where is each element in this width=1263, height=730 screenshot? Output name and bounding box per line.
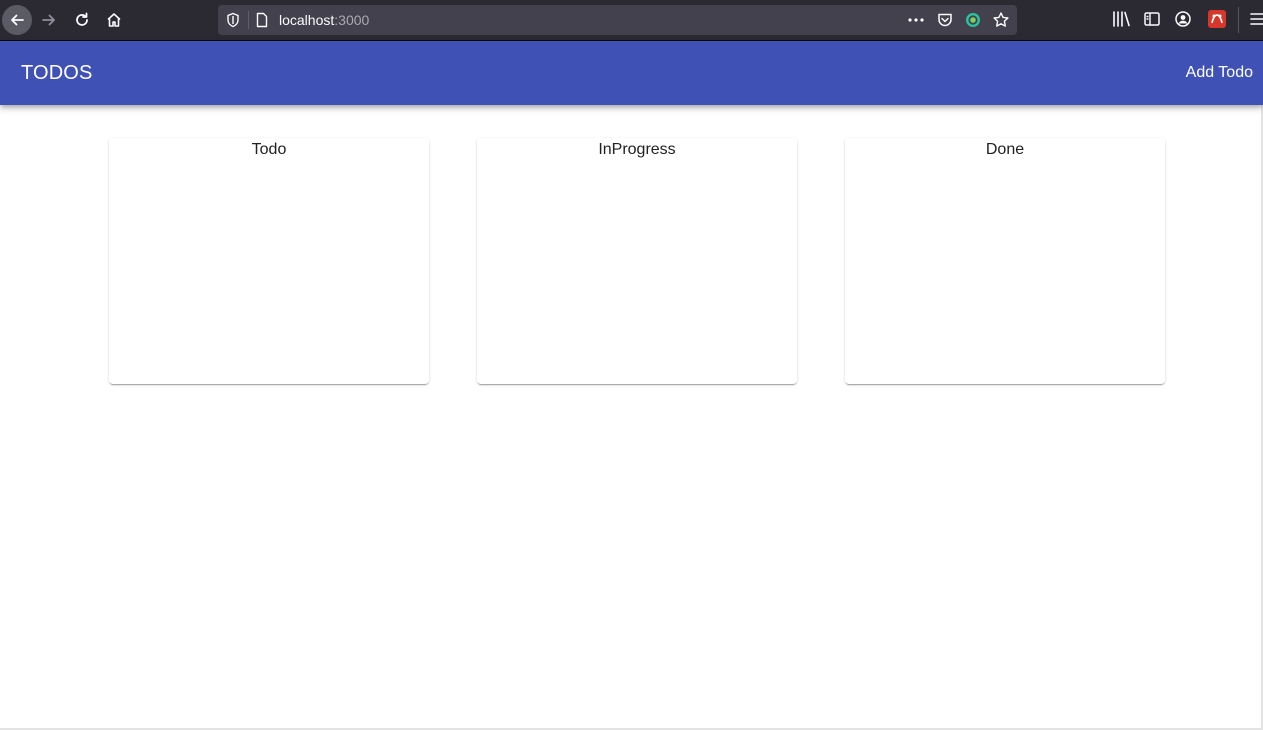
column-title-done: Done [985,141,1025,158]
more-icon[interactable] [906,11,926,29]
account-icon[interactable] [1174,10,1192,28]
home-icon [107,13,121,27]
back-icon [11,14,24,26]
reload-button[interactable] [67,5,97,35]
url-host: localhost [279,12,335,28]
column-inprogress[interactable]: InProgress [477,138,797,384]
bookmark-star-icon[interactable] [992,11,1010,29]
reload-icon [76,12,88,26]
extension-icon[interactable] [964,11,982,29]
add-todo-button[interactable]: Add Todo [1186,63,1253,83]
column-done[interactable]: Done [845,138,1165,384]
home-button[interactable] [99,5,129,35]
app-bar: TODOS Add Todo [0,41,1263,105]
browser-toolbar: localhost:3000 [0,0,1263,41]
toolbar-separator [1238,7,1239,33]
column-title-inprogress: InProgress [598,141,676,158]
column-todo[interactable]: Todo [109,138,429,384]
url-text[interactable]: localhost:3000 [279,12,369,28]
menu-icon[interactable] [1249,10,1263,28]
back-button[interactable] [2,5,32,35]
shield-icon[interactable] [226,12,240,28]
sidebar-icon[interactable] [1143,10,1161,28]
page-icon [256,12,268,28]
todo-board: Todo InProgress Done [0,105,1263,730]
pocket-icon[interactable] [936,11,954,29]
forward-icon [42,14,55,26]
library-icon[interactable] [1111,10,1131,28]
url-port: :3000 [334,12,370,28]
app-title: TODOS [21,62,93,84]
url-divider [248,11,249,29]
column-title-todo: Todo [251,141,287,158]
forward-button[interactable] [34,5,64,35]
url-bar[interactable]: localhost:3000 [218,5,1017,35]
extension-red-icon[interactable] [1207,9,1227,29]
